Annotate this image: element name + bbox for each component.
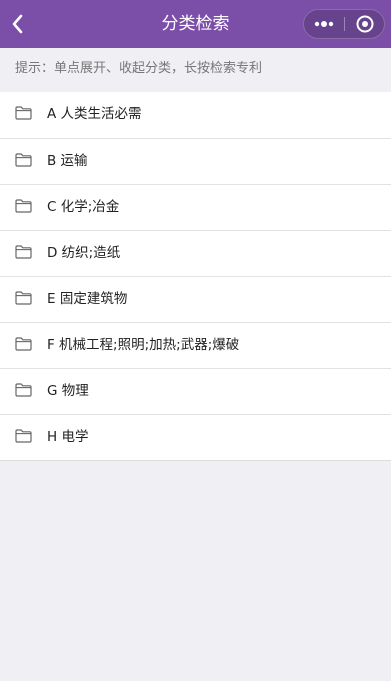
back-button[interactable] xyxy=(4,9,34,39)
mini-program-capsule xyxy=(303,9,385,39)
folder-icon xyxy=(15,429,32,443)
folder-icon xyxy=(15,245,32,259)
category-item-h[interactable]: H 电学 xyxy=(0,414,391,460)
folder-icon xyxy=(15,337,32,351)
folder-icon xyxy=(15,153,32,167)
category-label: D 纺织;造纸 xyxy=(47,245,121,261)
chevron-left-icon xyxy=(12,14,23,34)
more-dots-icon xyxy=(314,21,334,27)
target-circle-icon xyxy=(356,15,374,33)
folder-icon xyxy=(15,291,32,305)
category-label: G 物理 xyxy=(47,383,89,399)
category-label: F 机械工程;照明;加热;武器;爆破 xyxy=(47,337,240,353)
category-label: H 电学 xyxy=(47,429,89,445)
hint-text: 提示：单点展开、收起分类，长按检索专利 xyxy=(15,61,263,76)
category-item-d[interactable]: D 纺织;造纸 xyxy=(0,230,391,276)
category-label: B 运输 xyxy=(47,153,88,169)
category-label: C 化学;冶金 xyxy=(47,199,120,215)
more-button[interactable] xyxy=(304,10,344,38)
folder-icon xyxy=(15,199,32,213)
category-item-c[interactable]: C 化学;冶金 xyxy=(0,184,391,230)
folder-icon xyxy=(15,106,32,120)
folder-icon xyxy=(15,383,32,397)
category-list: A 人类生活必需 B 运输 C 化学;冶金 D 纺织;造纸 E 固定建筑物 F … xyxy=(0,92,391,461)
navigation-bar: 分类检索 xyxy=(0,0,391,48)
category-label: A 人类生活必需 xyxy=(47,106,142,122)
close-button[interactable] xyxy=(345,10,385,38)
category-item-b[interactable]: B 运输 xyxy=(0,138,391,184)
category-label: E 固定建筑物 xyxy=(47,291,128,307)
category-item-a[interactable]: A 人类生活必需 xyxy=(0,92,391,138)
category-item-g[interactable]: G 物理 xyxy=(0,368,391,414)
category-item-e[interactable]: E 固定建筑物 xyxy=(0,276,391,322)
category-item-f[interactable]: F 机械工程;照明;加热;武器;爆破 xyxy=(0,322,391,368)
hint-bar: 提示：单点展开、收起分类，长按检索专利 xyxy=(0,48,391,92)
